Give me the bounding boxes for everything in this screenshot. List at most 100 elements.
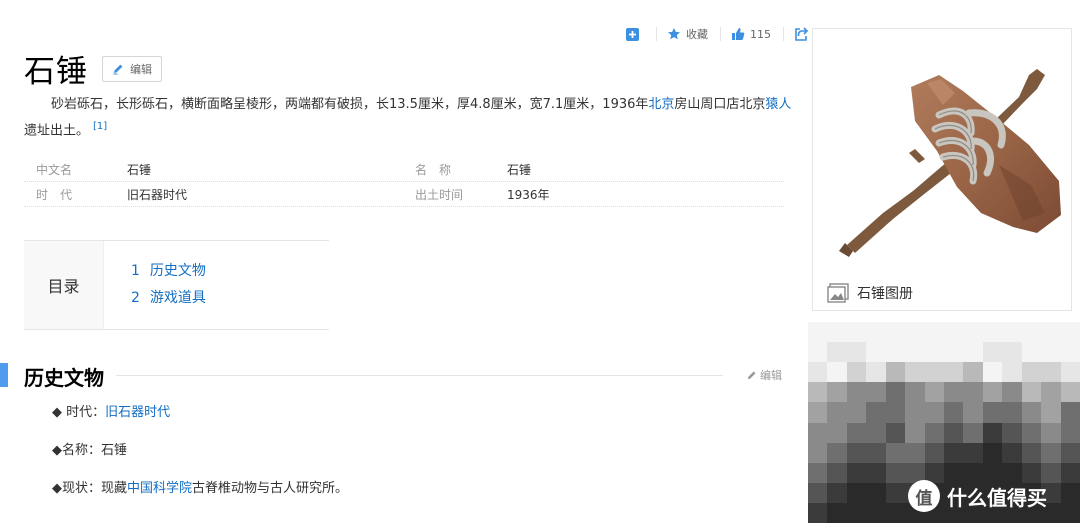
mosaic-cell: [1021, 382, 1042, 403]
mosaic-cell: [944, 342, 964, 363]
pencil-icon: [747, 370, 756, 379]
mosaic-cell: [827, 322, 847, 343]
mosaic-cell: [924, 342, 944, 363]
mosaic-cell: [963, 382, 983, 403]
mosaic-cell: [1002, 402, 1022, 423]
title-row: 石锤 编辑: [24, 46, 162, 91]
mosaic-cell: [963, 402, 983, 423]
album-caption[interactable]: 石锤图册: [827, 283, 913, 303]
mosaic-cell: [924, 322, 944, 343]
mosaic-cell: [1060, 322, 1080, 343]
mosaic-cell: [1041, 322, 1061, 343]
info-value-link[interactable]: 旧石器时代: [127, 186, 415, 203]
fact-era: ◆ 时代：旧石器时代: [52, 401, 348, 439]
mosaic-cell: [1060, 442, 1080, 463]
mosaic-cell: [982, 382, 1003, 403]
mosaic-cell: [924, 382, 944, 403]
mosaic-cell: [1021, 362, 1042, 383]
fact-label: ◆ 时代：: [52, 405, 106, 420]
mosaic-cell: [944, 322, 964, 343]
mosaic-cell: [1041, 382, 1061, 403]
fact-text: 古脊椎动物与古人研究所。: [192, 481, 349, 496]
mosaic-cell: [944, 402, 964, 423]
mosaic-cell: [866, 402, 886, 423]
image-gallery-icon: [827, 283, 849, 303]
mosaic-cell: [866, 462, 886, 483]
section-content: ◆ 时代：旧石器时代 ◆名称：石锤 ◆现状：现藏中国科学院古脊椎动物与古人研究所…: [52, 401, 348, 515]
mosaic-cell: [1060, 402, 1080, 423]
mosaic-cell: [827, 362, 847, 383]
mosaic-cell: [982, 422, 1003, 443]
edit-button[interactable]: 编辑: [102, 55, 162, 82]
mosaic-cell: [885, 362, 906, 383]
info-value: 石锤: [507, 162, 532, 177]
star-icon: [668, 28, 680, 40]
mosaic-cell: [963, 442, 983, 463]
info-row: 中文名 石锤 名 称 石锤: [24, 157, 784, 182]
toc-heading: 目录: [24, 241, 104, 329]
cas-link[interactable]: 中国科学院: [127, 481, 192, 496]
share-icon: [795, 27, 808, 41]
mosaic-cell: [944, 442, 964, 463]
mosaic-cell: [885, 402, 906, 423]
toc-label: 游戏道具: [149, 290, 206, 306]
like-button[interactable]: 115: [731, 27, 771, 41]
section-edit-button[interactable]: 编辑: [746, 367, 782, 383]
mosaic-cell: [1021, 342, 1042, 363]
mosaic-cell: [866, 362, 886, 383]
mosaic-cell: [1002, 362, 1022, 383]
mosaic-cell: [885, 342, 906, 363]
watermark-text: 什么值得买: [947, 485, 1047, 510]
mosaic-cell: [885, 382, 906, 403]
mosaic-cell: [944, 382, 964, 403]
mosaic-cell: [866, 342, 886, 363]
mosaic-cell: [982, 342, 1003, 363]
summary-text: 遗址出土。: [24, 123, 90, 139]
reference-link[interactable]: [1]: [93, 121, 107, 132]
like-count: 115: [750, 27, 771, 41]
toc-item[interactable]: 2 游戏道具: [131, 285, 206, 312]
mosaic-cell: [924, 362, 944, 383]
mosaic-cell: [1060, 382, 1080, 403]
mosaic-cell: [982, 442, 1003, 463]
mosaic-cell: [827, 382, 847, 403]
mosaic-cell: [1021, 402, 1042, 423]
mosaic-cell: [944, 422, 964, 443]
mosaic-cell: [827, 482, 847, 503]
mosaic-cell: [808, 362, 828, 383]
info-key: 名 称: [415, 162, 452, 177]
mosaic-cell: [924, 442, 944, 463]
info-key: 中文名: [36, 162, 73, 177]
mosaic-cell: [905, 382, 925, 403]
era-link[interactable]: 旧石器时代: [105, 405, 170, 420]
plus-icon: [626, 27, 639, 41]
mosaic-cell: [846, 442, 867, 463]
favorite-button[interactable]: 收藏: [667, 26, 708, 42]
mosaic-cell: [924, 422, 944, 443]
link-yuanren[interactable]: 猿人: [765, 97, 791, 112]
mosaic-cell: [846, 342, 867, 363]
mosaic-cell: [808, 402, 828, 423]
toc-item[interactable]: 1 历史文物: [131, 258, 206, 285]
mosaic-cell: [885, 322, 906, 343]
mosaic-cell: [982, 322, 1003, 343]
favorite-label: 收藏: [686, 28, 708, 41]
table-of-contents: 目录 1 历史文物 2 游戏道具: [24, 240, 329, 330]
mosaic-cell: [846, 462, 867, 483]
mosaic-cell: [1041, 342, 1061, 363]
mosaic-cell: [1060, 502, 1080, 523]
mosaic-cell: [846, 322, 867, 343]
mosaic-cell: [963, 422, 983, 443]
fact-label: ◆现状：现藏: [52, 481, 127, 496]
mosaic-cell: [866, 442, 886, 463]
section-title: 历史文物: [24, 362, 116, 391]
info-value: 1936年: [507, 187, 550, 202]
image-album-card[interactable]: 石锤图册: [812, 28, 1072, 311]
mosaic-cell: [1041, 402, 1061, 423]
mosaic-cell: [905, 422, 925, 443]
add-button[interactable]: [626, 27, 644, 41]
mosaic-cell: [963, 342, 983, 363]
link-beijing[interactable]: 北京: [648, 97, 674, 112]
stone-hammer-image[interactable]: [823, 45, 1063, 285]
watermark-logo-icon: 值: [908, 480, 940, 512]
